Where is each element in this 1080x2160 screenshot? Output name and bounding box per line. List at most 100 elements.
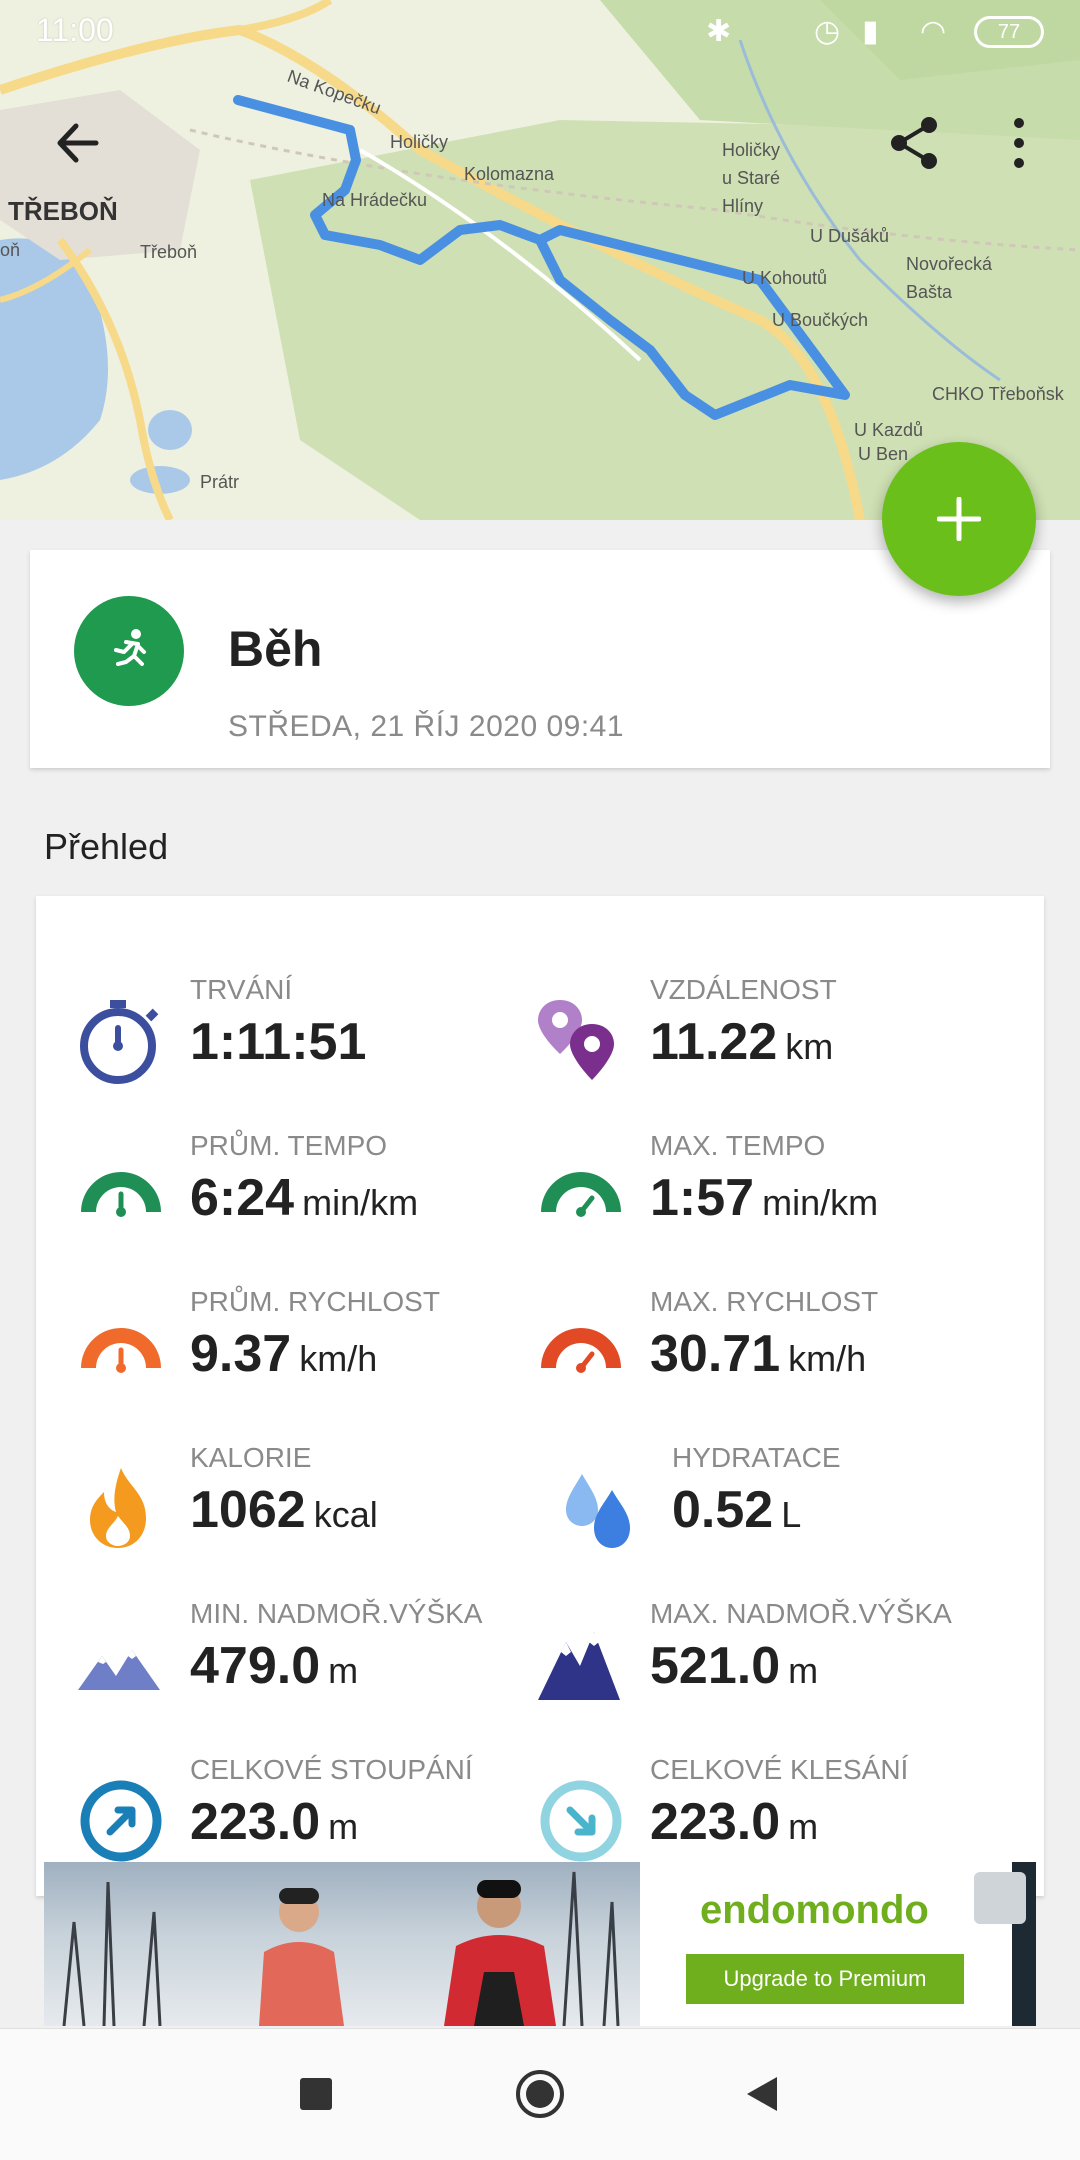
more-options-button[interactable] (984, 108, 1054, 178)
stat-value: 11.22 (650, 1013, 778, 1071)
map-label-pratr: Prátr (200, 472, 240, 492)
stat-unit: m (328, 1650, 359, 1691)
stat-label: MIN. NADMOŘ.VÝŠKA (190, 1598, 483, 1629)
map-label-u-bouckych: U Boučkých (772, 310, 869, 330)
stat-value: 223.0 (190, 1793, 321, 1851)
system-back-button[interactable] (726, 2059, 796, 2129)
add-button[interactable] (882, 442, 1036, 596)
stat-value: 6:24 (190, 1169, 295, 1227)
stopwatch-icon (80, 1000, 159, 1084)
endomondo-logo: endomondo (700, 1888, 929, 1932)
stat-value: 0.52 (672, 1481, 774, 1539)
gauge-green-max-icon (541, 1172, 621, 1217)
status-time: 11:00 (36, 12, 114, 48)
map-label-u-kazdu: U Kazdů (854, 420, 924, 440)
stat-label: CELKOVÉ KLESÁNÍ (650, 1754, 909, 1785)
stat-value: 1062 (190, 1481, 306, 1539)
map-label-trebon: Třeboň (140, 242, 198, 262)
stat-avg-pace: PRŮM. TEMPO 6:24 min/km (36, 1122, 516, 1262)
gauge-red-icon (541, 1328, 621, 1373)
stat-unit: m (788, 1650, 819, 1691)
stat-max-altitude: MAX. NADMOŘ.VÝŠKA 521.0 m (496, 1590, 976, 1730)
stat-label: MAX. RYCHLOST (650, 1286, 879, 1317)
share-button[interactable] (880, 108, 950, 178)
ad-close-icon[interactable] (974, 1872, 1026, 1924)
mountain-light-icon (78, 1650, 160, 1690)
share-icon (891, 117, 937, 169)
stat-avg-speed: PRŮM. RYCHLOST 9.37 km/h (36, 1278, 516, 1418)
stat-label: TRVÁNÍ (190, 974, 293, 1005)
stat-calories: KALORIE 1062 kcal (36, 1434, 516, 1574)
stat-label: CELKOVÉ STOUPÁNÍ (190, 1754, 473, 1785)
stat-value: 1:11:51 (190, 1013, 367, 1071)
stat-min-altitude: MIN. NADMOŘ.VÝŠKA 479.0 m (36, 1590, 516, 1730)
stat-label: MAX. TEMPO (650, 1130, 826, 1161)
stat-duration: TRVÁNÍ 1:11:51 (36, 966, 516, 1106)
stat-distance: VZDÁLENOST 11.22 km (496, 966, 976, 1106)
map-label-novorecka-basta: Novořecká Bašta (906, 254, 993, 302)
flame-icon (90, 1468, 146, 1548)
recents-button[interactable] (281, 2059, 351, 2129)
gauge-green-icon (81, 1172, 161, 1217)
home-button[interactable] (505, 2059, 575, 2129)
stat-label: PRŮM. TEMPO (190, 1130, 388, 1161)
ad-photo (44, 1862, 644, 2026)
stat-value: 479.0 (190, 1637, 321, 1695)
sport-badge (74, 596, 184, 706)
stat-max-pace: MAX. TEMPO 1:57 min/km (496, 1122, 976, 1262)
ad-banner[interactable]: endomondo Upgrade to Premium (44, 1862, 1036, 2026)
map-pins-icon (538, 1000, 614, 1080)
bluetooth-icon: ✱ (706, 15, 732, 48)
descent-icon (540, 1780, 622, 1862)
stat-max-speed: MAX. RYCHLOST 30.71 km/h (496, 1278, 976, 1418)
stat-label: KALORIE (190, 1442, 312, 1473)
route-map[interactable]: TŘEBOŇ Třeboň oň Na Kopečku Holičky Kolo… (0, 0, 1080, 520)
ad-panel: endomondo Upgrade to Premium (640, 1862, 1012, 2026)
map-label-kolomazna: Kolomazna (464, 164, 555, 184)
map-label-chko: CHKO Třeboňsk (932, 384, 1064, 404)
map-label-u-dusaku: U Dušáků (810, 226, 890, 246)
stat-value: 30.71 (650, 1325, 781, 1383)
stat-unit: min/km (762, 1182, 879, 1223)
stat-unit: min/km (302, 1182, 419, 1223)
stat-unit: km (785, 1026, 834, 1067)
back-button[interactable] (42, 108, 112, 178)
triangle-back-icon (747, 2077, 777, 2111)
arrow-left-icon (57, 123, 99, 163)
status-bar: 11:00 ✱ ◷ ▮ ◠ 77 (0, 0, 1080, 66)
map-label-u-kohoutu: U Kohoutů (742, 268, 828, 288)
circle-icon (516, 2070, 564, 2118)
stat-value: 1:57 (650, 1169, 755, 1227)
stat-unit: km/h (788, 1338, 867, 1379)
overview-title: Přehled (44, 826, 169, 867)
map-label-u-ben: U Ben (858, 444, 909, 464)
map-label-holicky-u-stare-hliny: Holičky u Staré Hlíny (722, 140, 781, 216)
water-drops-icon (566, 1474, 630, 1548)
square-icon (300, 2078, 332, 2110)
signal-icon: ▮ (862, 15, 879, 48)
running-icon (114, 629, 146, 666)
stat-unit: L (781, 1494, 802, 1535)
stat-unit: m (328, 1806, 359, 1847)
stat-value: 9.37 (190, 1325, 292, 1383)
upgrade-premium-button[interactable]: Upgrade to Premium (686, 1954, 964, 2004)
stat-label: PRŮM. RYCHLOST (190, 1286, 440, 1317)
gauge-orange-icon (81, 1328, 161, 1373)
map-label-trebon-big: TŘEBOŇ (8, 196, 118, 226)
workout-date: STŘEDA, 21 ŘÍJ 2020 09:41 (228, 710, 625, 743)
workout-title: Běh (228, 621, 323, 677)
stat-label: VZDÁLENOST (650, 974, 837, 1005)
stat-label: HYDRATACE (672, 1442, 841, 1473)
stat-hydration: HYDRATACE 0.52 L (518, 1434, 998, 1574)
battery-indicator: 77 (974, 16, 1044, 48)
stat-label: MAX. NADMOŘ.VÝŠKA (650, 1598, 952, 1629)
plus-icon (937, 497, 981, 541)
stat-unit: m (788, 1806, 819, 1847)
stat-value: 223.0 (650, 1793, 781, 1851)
workout-header-card: Běh STŘEDA, 21 ŘÍJ 2020 09:41 (30, 550, 1050, 768)
system-nav-bar (0, 2028, 1080, 2160)
map-label-holicky: Holičky (390, 132, 449, 152)
wifi-icon: ◠ (920, 15, 947, 48)
alarm-icon: ◷ (814, 15, 841, 48)
stat-unit: km/h (299, 1338, 378, 1379)
